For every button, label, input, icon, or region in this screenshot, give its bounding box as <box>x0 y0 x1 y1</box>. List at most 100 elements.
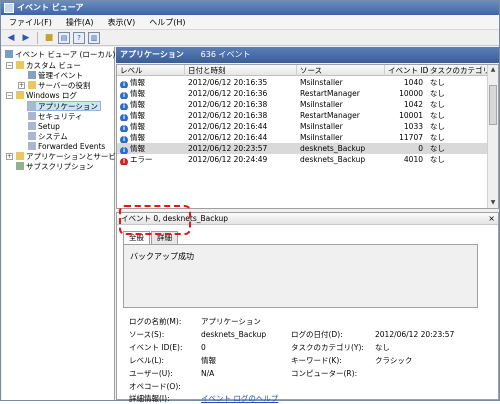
scroll-down-icon[interactable]: ▼ <box>488 198 498 208</box>
expand-server-roles[interactable]: + <box>18 82 25 89</box>
tree-root[interactable]: イベント ビューア (ローカル) <box>5 50 115 60</box>
event-grid: レベル 日付と時刻 ソース イベント ID タスクのカテゴリ i 情報 2012/0… <box>116 64 499 209</box>
value-task-category: なし <box>375 343 390 352</box>
help-icon[interactable]: ? <box>73 31 85 44</box>
scroll-up-icon[interactable]: ▲ <box>488 65 498 75</box>
event-detail-pane: イベント 0, desknets_Backup × 全般 詳細 バックアップ成功… <box>116 212 499 403</box>
log-icon <box>28 112 36 120</box>
value-keywords: クラシック <box>375 356 413 365</box>
info-icon: i <box>120 114 128 121</box>
tree-admin-events[interactable]: 管理イベント <box>28 71 83 81</box>
cell-id: 11707 <box>399 133 423 142</box>
log-title: アプリケーション <box>120 50 184 59</box>
label-keywords: キーワード(K): <box>291 356 342 365</box>
folder-icon <box>16 152 24 160</box>
cell-cat: なし <box>430 155 445 164</box>
expand-custom-views[interactable]: − <box>6 62 13 69</box>
tree-application[interactable]: アプリケーション <box>27 101 101 111</box>
expand-apps-services[interactable]: + <box>6 153 13 160</box>
cell-cat: なし <box>430 144 445 153</box>
cell-source: RestartManager <box>300 111 360 120</box>
cell-id: 10000 <box>399 89 423 98</box>
close-icon[interactable]: × <box>488 213 495 225</box>
label-user: ユーザー(U): <box>129 369 173 378</box>
cell-cat: なし <box>430 78 445 87</box>
table-row[interactable]: i 情報 2012/06/12 20:16:36 RestartManager 1000… <box>117 88 488 99</box>
error-icon: ! <box>120 158 128 165</box>
cell-source: MsiInstaller <box>300 122 343 131</box>
cell-cat: なし <box>430 122 445 131</box>
value-event-id: 0 <box>201 343 206 352</box>
table-row[interactable]: i 情報 2012/06/12 20:16:44 MsiInstaller 1033 なし <box>117 121 488 132</box>
action-pane-icon[interactable]: ▥ <box>88 31 100 44</box>
col-source[interactable]: ソース <box>297 65 385 76</box>
toolbar-separator <box>37 31 38 44</box>
tree-server-roles[interactable]: サーバーの役割 <box>28 81 90 91</box>
cell-id: 1033 <box>403 122 423 131</box>
scroll-thumb[interactable] <box>489 85 497 125</box>
menu-action[interactable]: 操作(A) <box>64 17 96 28</box>
cell-source: MsiInstaller <box>300 100 343 109</box>
col-level[interactable]: レベル <box>117 65 185 76</box>
table-row[interactable]: i 情報 2012/06/12 20:16:44 MsiInstaller 11707 な… <box>117 132 488 143</box>
filter-icon <box>28 71 36 79</box>
tree-forwarded-events[interactable]: Forwarded Events <box>28 142 105 152</box>
show-hide-tree-icon[interactable]: ▤ <box>58 31 70 44</box>
cell-date: 2012/06/12 20:16:35 <box>188 78 268 87</box>
folder-icon <box>28 81 36 89</box>
col-event-id[interactable]: イベント ID <box>385 65 428 76</box>
tree-security[interactable]: セキュリティ <box>28 112 83 122</box>
label-source: ソース(S): <box>129 330 165 339</box>
tree-subscriptions[interactable]: サブスクリプション <box>16 162 94 172</box>
table-row[interactable]: ! エラー 2012/06/12 20:24:49 desknets_Backup 40… <box>117 154 488 165</box>
event-log-help-link[interactable]: イベント ログのヘルプ <box>201 394 278 404</box>
back-arrow-icon[interactable]: ◀ <box>5 32 17 44</box>
log-icon <box>28 102 36 110</box>
event-description: バックアップ成功 <box>130 252 194 261</box>
label-opcode: オペコード(O): <box>129 382 181 391</box>
navigation-tree: イベント ビューア (ローカル) − カスタム ビュー 管理イベント + サーバ… <box>2 47 133 400</box>
tree-setup[interactable]: Setup <box>28 122 60 132</box>
description-box[interactable]: バックアップ成功 <box>123 244 478 308</box>
cell-cat: なし <box>430 100 445 109</box>
tree-custom-views[interactable]: カスタム ビュー <box>16 61 81 71</box>
highlight-annotation <box>119 205 191 235</box>
expand-windows-logs[interactable]: − <box>6 92 13 99</box>
tree-system[interactable]: システム <box>28 132 68 142</box>
folder-up-icon[interactable]: ■ <box>43 32 55 44</box>
menu-help[interactable]: ヘルプ(H) <box>147 17 187 28</box>
grid-scrollbar[interactable]: ▲ ▼ <box>487 65 498 208</box>
table-row[interactable]: i 情報 2012/06/12 20:16:38 RestartManager 1000… <box>117 110 488 121</box>
table-row[interactable]: i 情報 2012/06/12 20:23:57 desknets_Backup 0 なし <box>117 143 488 154</box>
cell-date: 2012/06/12 20:23:57 <box>188 144 268 153</box>
cell-level: i 情報 <box>117 121 185 132</box>
cell-id: 1042 <box>403 100 423 109</box>
menu-file[interactable]: ファイル(F) <box>7 17 54 28</box>
cell-source: MsiInstaller <box>300 133 343 142</box>
cell-id: 0 <box>418 144 423 153</box>
app-icon <box>4 3 14 13</box>
cell-id: 10001 <box>399 111 423 120</box>
info-icon: i <box>120 136 128 143</box>
cell-level: ! エラー <box>117 154 185 165</box>
menu-view[interactable]: 表示(V) <box>106 17 138 28</box>
cell-id: 1040 <box>403 78 423 87</box>
cell-date: 2012/06/12 20:16:38 <box>188 100 268 109</box>
grid-header: レベル 日付と時刻 ソース イベント ID タスクのカテゴリ <box>117 65 490 76</box>
log-icon <box>28 132 36 140</box>
cell-cat: なし <box>430 111 445 120</box>
event-viewer-window: イベント ビューア ファイル(F) 操作(A) 表示(V) ヘルプ(H) ◀ ▶… <box>0 0 500 403</box>
folder-icon <box>16 61 24 69</box>
table-row[interactable]: i 情報 2012/06/12 20:16:38 MsiInstaller 1042 なし <box>117 99 488 110</box>
tree-windows-logs[interactable]: Windows ログ <box>16 91 77 101</box>
label-task-category: タスクのカテゴリ(Y): <box>291 343 364 352</box>
log-icon <box>28 142 36 150</box>
col-datetime[interactable]: 日付と時刻 <box>185 65 297 76</box>
value-source: desknets_Backup <box>201 330 267 339</box>
subscription-icon <box>16 162 24 170</box>
cell-id: 4010 <box>403 155 423 164</box>
table-row[interactable]: i 情報 2012/06/12 20:16:35 MsiInstaller 1040 なし <box>117 77 488 88</box>
forward-arrow-icon[interactable]: ▶ <box>20 32 32 44</box>
info-icon: i <box>120 125 128 132</box>
col-task-category[interactable]: タスクのカテゴリ <box>427 65 490 76</box>
